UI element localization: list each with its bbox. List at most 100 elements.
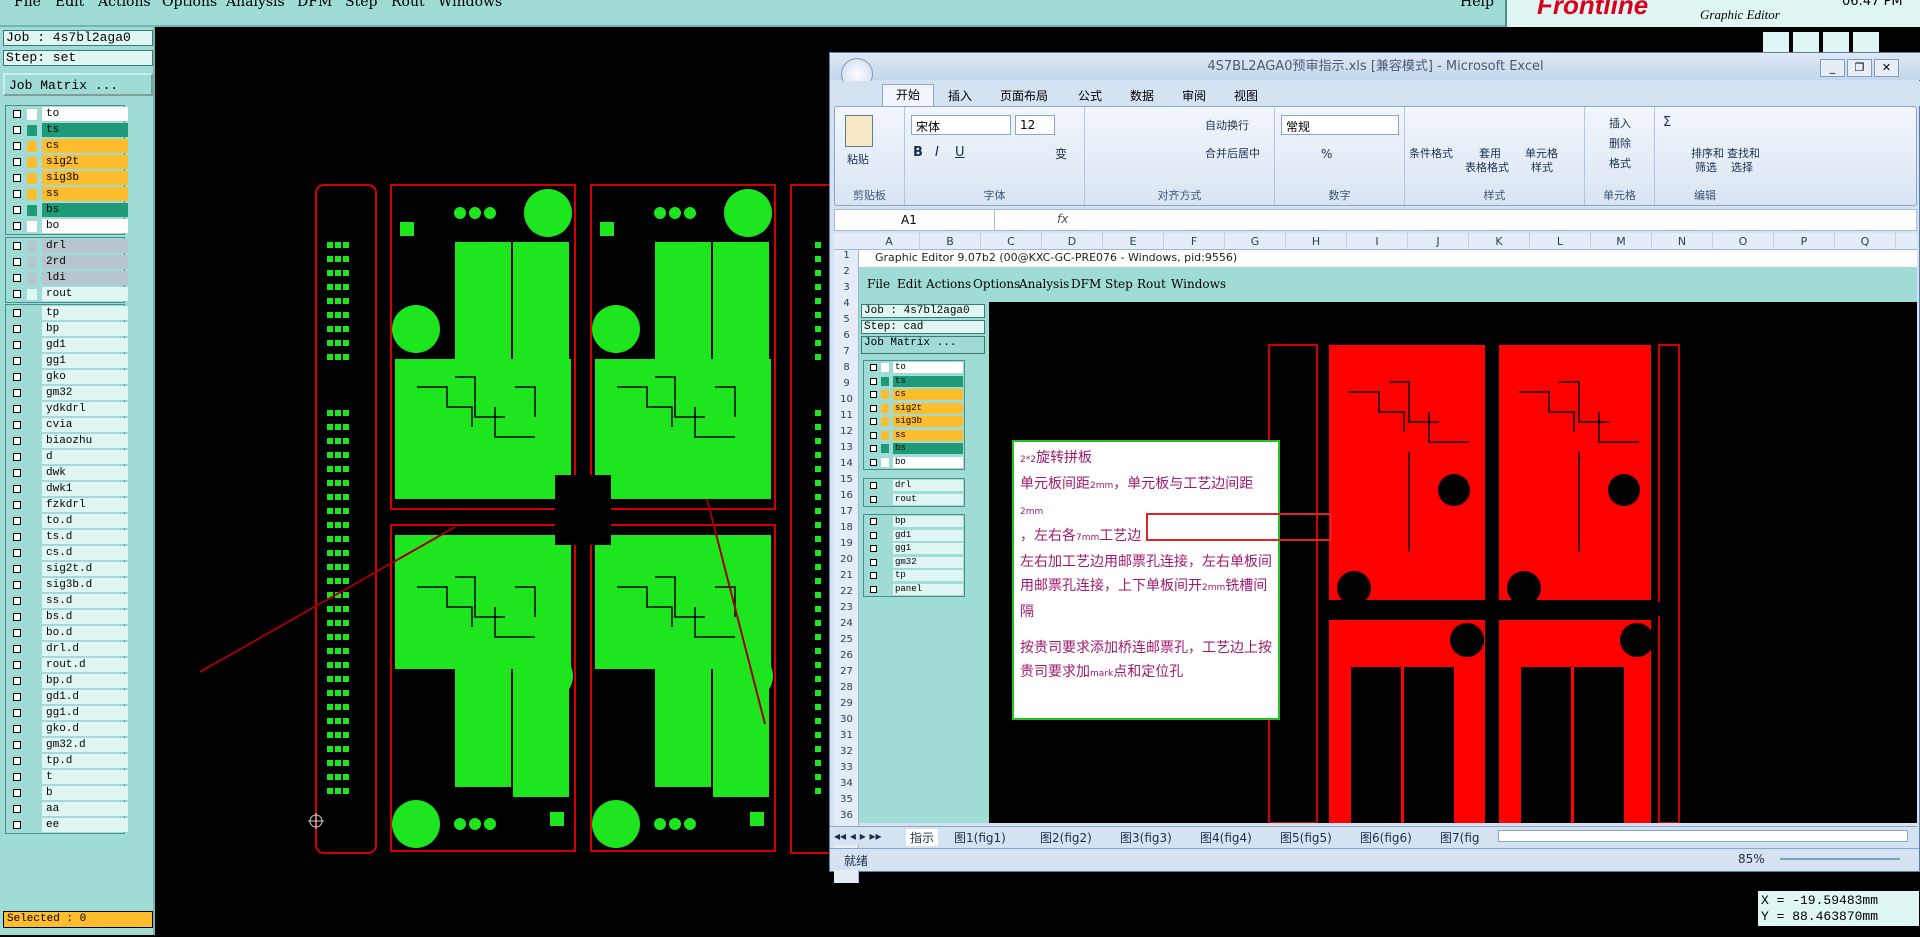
layer-row[interactable]: ts.d <box>6 529 128 545</box>
layer-checkbox[interactable] <box>870 418 877 425</box>
layer-name[interactable]: ss <box>42 187 128 201</box>
layer-name[interactable]: cvia <box>42 418 128 432</box>
row-header[interactable]: 14 <box>834 458 859 474</box>
format-table-line2[interactable]: 表格格式 <box>1465 159 1509 175</box>
layer-row[interactable]: gm32 <box>864 556 964 570</box>
column-header[interactable]: K <box>1469 233 1530 250</box>
layer-checkbox[interactable] <box>13 142 21 150</box>
layer-row[interactable]: aa <box>6 801 128 817</box>
layer-name[interactable]: ts <box>893 375 963 387</box>
layer-row[interactable]: biaozhu <box>6 433 128 449</box>
minimize-button[interactable]: _ <box>1820 59 1845 77</box>
layer-row[interactable]: bo <box>6 218 128 234</box>
layer-checkbox[interactable] <box>870 431 877 439</box>
column-header[interactable]: O <box>1713 233 1774 250</box>
layer-row[interactable]: gd1 <box>864 529 964 543</box>
layer-name[interactable]: gg1 <box>42 354 128 368</box>
layer-name[interactable]: gm32 <box>42 386 128 400</box>
delete-cells-button[interactable]: 删除 <box>1609 135 1631 151</box>
layer-checkbox[interactable] <box>13 485 21 493</box>
layer-name[interactable]: ldi <box>42 271 128 285</box>
horizontal-scrollbar[interactable] <box>1498 830 1908 842</box>
row-header[interactable]: 24 <box>834 618 859 634</box>
layer-name[interactable]: t <box>42 770 128 784</box>
tool-button-3[interactable] <box>1822 31 1850 53</box>
layer-row[interactable]: bp <box>864 515 964 529</box>
layer-checkbox[interactable] <box>13 597 21 605</box>
layer-row[interactable]: gm32.d <box>6 737 128 753</box>
layer-row[interactable]: cs.d <box>6 545 128 561</box>
menu-actions[interactable]: Actions <box>98 0 151 10</box>
font-name-select[interactable]: 宋体 <box>911 115 1011 135</box>
layer-row[interactable]: bs <box>6 202 128 218</box>
row-header[interactable]: 30 <box>834 714 859 730</box>
layer-row[interactable]: gg1 <box>864 542 964 556</box>
layer-checkbox[interactable] <box>870 458 877 466</box>
layer-name[interactable]: biaozhu <box>42 434 128 448</box>
layer-row[interactable]: gm32 <box>6 385 128 401</box>
sort-filter-line2[interactable]: 筛选 <box>1695 159 1717 175</box>
layer-checkbox[interactable] <box>870 558 877 566</box>
layer-name[interactable]: to <box>893 362 963 373</box>
sheet-nav-icon[interactable]: ◂◂ ◂ ▸ ▸▸ <box>834 829 882 843</box>
job-matrix-button[interactable]: Job Matrix ... <box>3 73 153 96</box>
layer-name[interactable]: gm32.d <box>42 738 128 752</box>
layer-checkbox[interactable] <box>13 453 21 461</box>
layer-row[interactable]: ts <box>864 375 964 389</box>
layer-name[interactable]: to.d <box>42 514 128 528</box>
layer-row[interactable]: ss <box>864 429 964 443</box>
row-header[interactable]: 3 <box>834 282 859 298</box>
layer-row[interactable]: rout.d <box>6 657 128 673</box>
layer-checkbox[interactable] <box>870 518 877 525</box>
row-header[interactable]: 28 <box>834 682 859 698</box>
layer-row[interactable]: sig2t.d <box>6 561 128 577</box>
row-header[interactable]: 8 <box>834 362 859 378</box>
layer-name[interactable]: sig2t <box>42 155 128 169</box>
column-header[interactable]: D <box>1042 233 1103 250</box>
number-format-select[interactable]: 常规 <box>1281 115 1399 135</box>
column-header[interactable]: A <box>859 233 920 250</box>
column-header[interactable]: I <box>1347 233 1408 250</box>
font-size-select[interactable]: 12 <box>1015 115 1055 135</box>
layer-checkbox[interactable] <box>13 206 21 214</box>
layer-name[interactable]: aa <box>42 802 128 816</box>
layer-name[interactable]: dwk <box>42 466 128 480</box>
layer-row[interactable]: sig2t <box>864 402 964 416</box>
layer-row[interactable]: fzkdrl <box>6 497 128 513</box>
layer-row[interactable]: b <box>6 785 128 801</box>
row-header[interactable]: 16 <box>834 490 859 506</box>
layer-checkbox[interactable] <box>13 677 21 685</box>
layer-checkbox[interactable] <box>13 725 21 733</box>
layer-row[interactable]: sig3b.d <box>6 577 128 593</box>
row-header[interactable]: 17 <box>834 506 859 522</box>
layer-checkbox[interactable] <box>13 325 21 333</box>
row-header[interactable]: 35 <box>834 794 859 810</box>
layer-checkbox[interactable] <box>13 158 21 166</box>
column-header[interactable]: G <box>1225 233 1286 250</box>
layer-name[interactable]: tp <box>893 570 963 581</box>
column-header[interactable]: L <box>1530 233 1591 250</box>
layer-checkbox[interactable] <box>870 404 877 412</box>
sheet-tab-7[interactable]: 图6(fig6) <box>1360 829 1412 846</box>
row-header[interactable]: 19 <box>834 538 859 554</box>
layer-name[interactable]: sig2t.d <box>42 562 128 576</box>
layer-checkbox[interactable] <box>13 709 21 717</box>
layer-name[interactable]: sig3b <box>42 171 128 185</box>
layer-row[interactable]: gd1 <box>6 337 128 353</box>
menu-file[interactable]: File <box>14 0 41 10</box>
layer-name[interactable]: gg1.d <box>42 706 128 720</box>
layer-checkbox[interactable] <box>13 437 21 445</box>
layer-checkbox[interactable] <box>13 341 21 349</box>
sheet-tab-1[interactable]: 指示 <box>906 829 939 846</box>
layer-checkbox[interactable] <box>870 585 877 593</box>
sheet-tab-3[interactable]: 图2(fig2) <box>1040 829 1092 846</box>
column-header[interactable]: B <box>920 233 981 250</box>
layer-name[interactable]: bs.d <box>42 610 128 624</box>
layer-row[interactable]: drl <box>6 238 128 254</box>
layer-checkbox[interactable] <box>13 645 21 653</box>
layer-row[interactable]: cs <box>864 388 964 402</box>
layer-row[interactable]: dwk1 <box>6 481 128 497</box>
row-header[interactable]: 36 <box>834 810 859 826</box>
layer-row[interactable]: bp.d <box>6 673 128 689</box>
sheet-tab-2[interactable]: 图1(fig1) <box>954 829 1006 846</box>
